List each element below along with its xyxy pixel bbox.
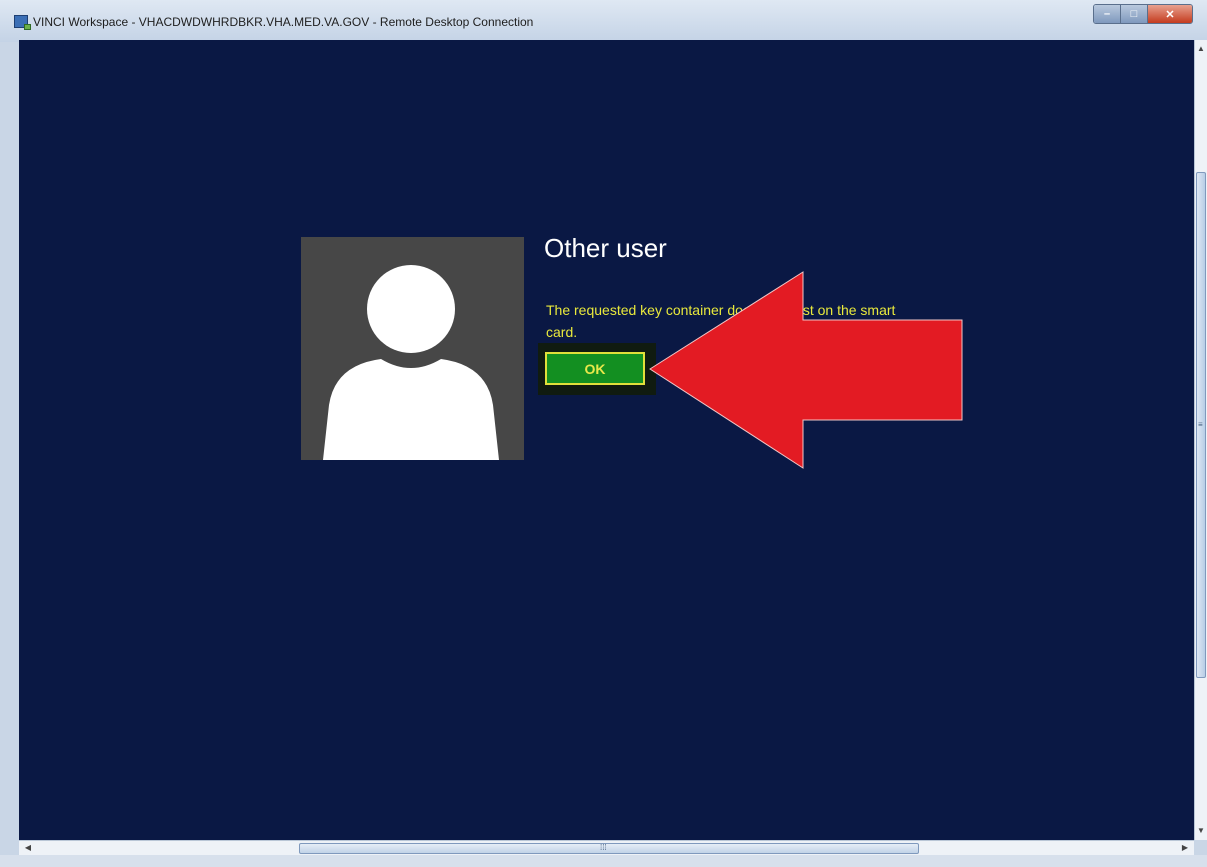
scroll-down-arrow-icon[interactable]: ▼ <box>1195 824 1207 838</box>
ok-button[interactable]: OK <box>545 352 645 385</box>
window-title: VINCI Workspace - VHACDWDWHRDBKR.VHA.MED… <box>33 15 534 29</box>
remote-desktop-icon <box>14 15 31 30</box>
scroll-left-arrow-icon[interactable]: ◀ <box>21 841 35 855</box>
scroll-up-arrow-icon[interactable]: ▲ <box>1195 42 1207 56</box>
remote-desktop-area <box>19 40 1194 840</box>
user-silhouette-icon <box>301 237 524 460</box>
horizontal-scroll-thumb[interactable]: ⁞⁞⁞ <box>299 843 919 854</box>
scroll-right-arrow-icon[interactable]: ▶ <box>1178 841 1192 855</box>
minimize-button[interactable]: – <box>1094 5 1121 23</box>
user-name-heading: Other user <box>544 233 667 263</box>
horizontal-scrollbar[interactable]: ◀ ⁞⁞⁞ ▶ <box>19 840 1194 855</box>
close-button[interactable]: ✕ <box>1148 5 1192 23</box>
window-controls: – □ ✕ <box>1093 4 1193 24</box>
vertical-scrollbar[interactable]: ▲ ≡ ▼ <box>1194 40 1207 840</box>
maximize-button[interactable]: □ <box>1121 5 1148 23</box>
rdp-window: VINCI Workspace - VHACDWDWHRDBKR.VHA.MED… <box>0 0 1207 867</box>
error-message: The requested key container does not exi… <box>546 302 896 340</box>
title-bar[interactable]: VINCI Workspace - VHACDWDWHRDBKR.VHA.MED… <box>0 0 1207 42</box>
horizontal-grip-icon: ⁞⁞⁞ <box>600 843 607 852</box>
window-bottom-border <box>0 855 1207 867</box>
vertical-grip-icon: ≡ <box>1198 420 1203 429</box>
